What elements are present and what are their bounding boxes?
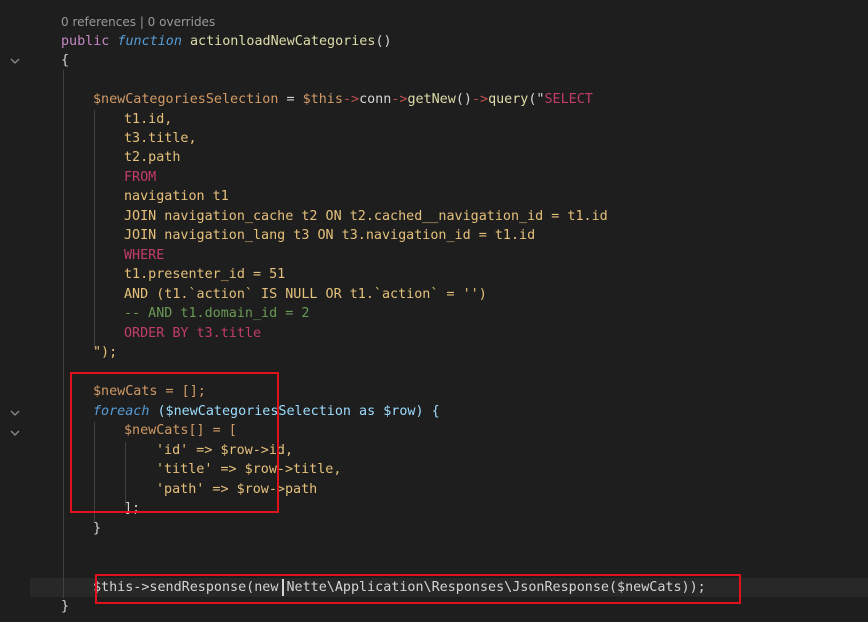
highlight-box-newcats [70, 372, 279, 513]
fold-chevron-icon[interactable] [10, 408, 20, 418]
highlight-box-send-response [95, 574, 741, 604]
keyword-public: public [61, 34, 110, 49]
code-line-foreach-close[interactable]: } [93, 519, 101, 538]
sql-line[interactable]: t1.presenter_id = 51 [124, 265, 285, 284]
fold-chevron-icon[interactable] [10, 56, 20, 66]
var-this: $this [302, 92, 343, 107]
method-name: actionloadNewCategories [190, 34, 376, 49]
code-line-query-close[interactable]: "); [93, 343, 117, 362]
keyword-function: function [117, 34, 182, 49]
parens: () [455, 92, 472, 107]
editor-gutter [0, 0, 30, 622]
method-getnew: getNew [407, 92, 456, 107]
method-parens: () [375, 34, 392, 49]
code-editor[interactable]: 0 references | 0 overrides public functi… [0, 0, 868, 622]
codelens-references[interactable]: 0 references | 0 overrides [61, 15, 215, 29]
code-line-signature[interactable]: public function actionloadNewCategories(… [61, 32, 392, 51]
sql-line[interactable]: navigation t1 [124, 187, 229, 206]
arrow-op: -> [391, 92, 408, 107]
assign-op: = [278, 92, 303, 107]
sql-select: SELECT [544, 92, 593, 107]
sql-line[interactable]: t1.id, [124, 110, 172, 129]
code-line-open-brace[interactable]: { [61, 51, 69, 70]
query-open: (" [528, 92, 545, 107]
open-brace: { [61, 53, 70, 68]
indent-guide [63, 70, 64, 598]
sql-line[interactable]: AND (t1.`action` IS NULL OR t1.`action` … [124, 285, 487, 304]
arrow-op: -> [471, 92, 489, 107]
sql-line[interactable]: WHERE [124, 246, 164, 265]
var-selection: $newCategoriesSelection [93, 92, 279, 107]
sql-comment-line[interactable]: -- AND t1.domain_id = 2 [124, 304, 309, 323]
arrow-op: -> [342, 92, 360, 107]
method-query: query [488, 92, 529, 107]
code-line-query[interactable]: $newCategoriesSelection = $this->conn->g… [93, 90, 593, 109]
sql-line[interactable]: ORDER BY t3.title [124, 324, 261, 343]
sql-line[interactable]: JOIN navigation_lang t3 ON t3.navigation… [124, 226, 535, 245]
sql-line[interactable]: t3.title, [124, 129, 197, 148]
prop-conn: conn [359, 92, 392, 107]
sql-line[interactable]: FROM [124, 168, 156, 187]
indent-guide [94, 110, 95, 348]
sql-line[interactable]: t2.path [124, 148, 180, 167]
code-line-close-brace[interactable]: } [61, 597, 69, 616]
sql-line[interactable]: JOIN navigation_cache t2 ON t2.cached__n… [124, 207, 608, 226]
fold-chevron-icon[interactable] [10, 428, 20, 438]
